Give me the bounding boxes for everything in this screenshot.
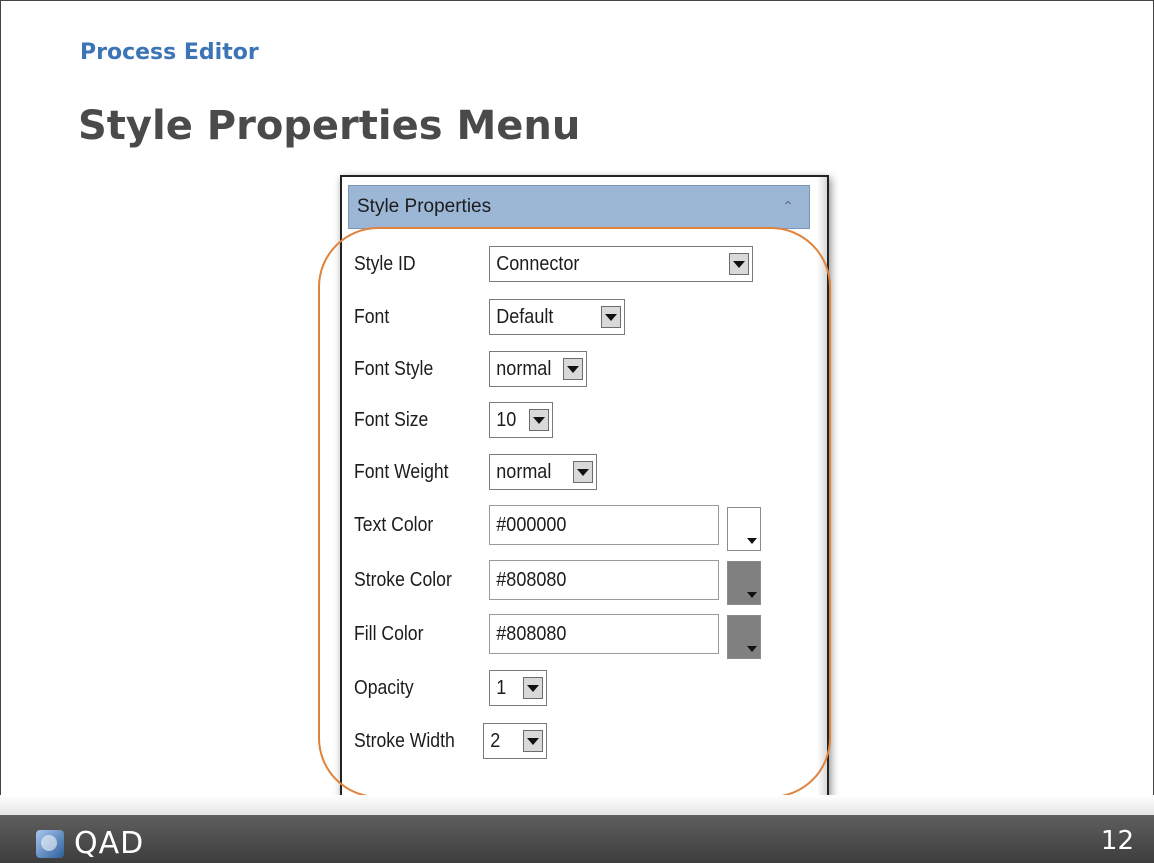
stroke-width-value: 2: [490, 729, 501, 752]
font-size-select[interactable]: 10: [489, 402, 553, 438]
chevron-down-icon[interactable]: [601, 306, 621, 328]
opacity-label: Opacity: [354, 676, 414, 699]
footer-bar: [0, 815, 1154, 863]
row-style-id: Style ID Connector: [354, 244, 753, 284]
font-weight-label: Font Weight: [354, 460, 449, 483]
opacity-value: 1: [496, 676, 507, 699]
font-select[interactable]: Default: [489, 299, 625, 335]
font-value: Default: [496, 305, 554, 328]
panel-edge: [817, 177, 827, 797]
slide-title: Style Properties Menu: [78, 103, 581, 149]
stroke-color-value: #808080: [496, 568, 567, 591]
page-number: 12: [1100, 826, 1134, 856]
font-style-value: normal: [496, 357, 552, 380]
logo: QAD: [36, 826, 144, 861]
row-font-size: Font Size 10: [354, 400, 553, 440]
text-color-value: #000000: [496, 513, 567, 536]
stroke-width-label: Stroke Width: [354, 729, 455, 752]
fill-color-label: Fill Color: [354, 622, 424, 645]
stroke-color-label: Stroke Color: [354, 568, 452, 591]
row-font-weight: Font Weight normal: [354, 452, 597, 492]
style-id-value: Connector: [496, 252, 580, 275]
font-size-label: Font Size: [354, 408, 429, 431]
fill-color-swatch[interactable]: [727, 615, 761, 659]
section-label: Process Editor: [80, 40, 259, 65]
font-style-label: Font Style: [354, 357, 434, 380]
style-id-label: Style ID: [354, 252, 416, 275]
chevron-down-icon[interactable]: [563, 358, 583, 380]
panel-title: Style Properties: [357, 196, 492, 217]
row-stroke-width: Stroke Width 2: [354, 721, 547, 761]
font-weight-select[interactable]: normal: [489, 454, 597, 490]
fill-color-value: #808080: [496, 622, 567, 645]
row-font: Font Default: [354, 297, 625, 337]
text-color-label: Text Color: [354, 513, 434, 536]
opacity-select[interactable]: 1: [489, 670, 547, 706]
chevron-down-icon[interactable]: [523, 677, 543, 699]
panel-header[interactable]: Style Properties ⌃: [348, 185, 810, 229]
fill-color-input[interactable]: #808080: [489, 614, 719, 654]
row-opacity: Opacity 1: [354, 668, 547, 708]
logo-text: QAD: [74, 826, 145, 861]
style-id-select[interactable]: Connector: [489, 246, 753, 282]
footer-fade: [0, 795, 1154, 817]
font-weight-value: normal: [496, 460, 552, 483]
row-text-color: Text Color #000000: [354, 505, 719, 545]
chevron-down-icon[interactable]: [729, 253, 749, 275]
text-color-swatch[interactable]: [727, 507, 761, 551]
stroke-width-select[interactable]: 2: [483, 723, 547, 759]
stroke-color-input[interactable]: #808080: [489, 560, 719, 600]
font-label: Font: [354, 305, 390, 328]
text-color-input[interactable]: #000000: [489, 505, 719, 545]
font-style-select[interactable]: normal: [489, 351, 587, 387]
font-size-value: 10: [496, 408, 517, 431]
chevron-down-icon[interactable]: [573, 461, 593, 483]
chevron-down-icon[interactable]: [523, 730, 543, 752]
qad-logo-icon: [36, 829, 64, 858]
row-fill-color: Fill Color #808080: [354, 614, 719, 654]
chevron-down-icon[interactable]: [529, 409, 549, 431]
stroke-color-swatch[interactable]: [727, 561, 761, 605]
row-stroke-color: Stroke Color #808080: [354, 560, 719, 600]
row-font-style: Font Style normal: [354, 349, 587, 389]
chevron-up-icon[interactable]: ⌃: [779, 198, 797, 216]
